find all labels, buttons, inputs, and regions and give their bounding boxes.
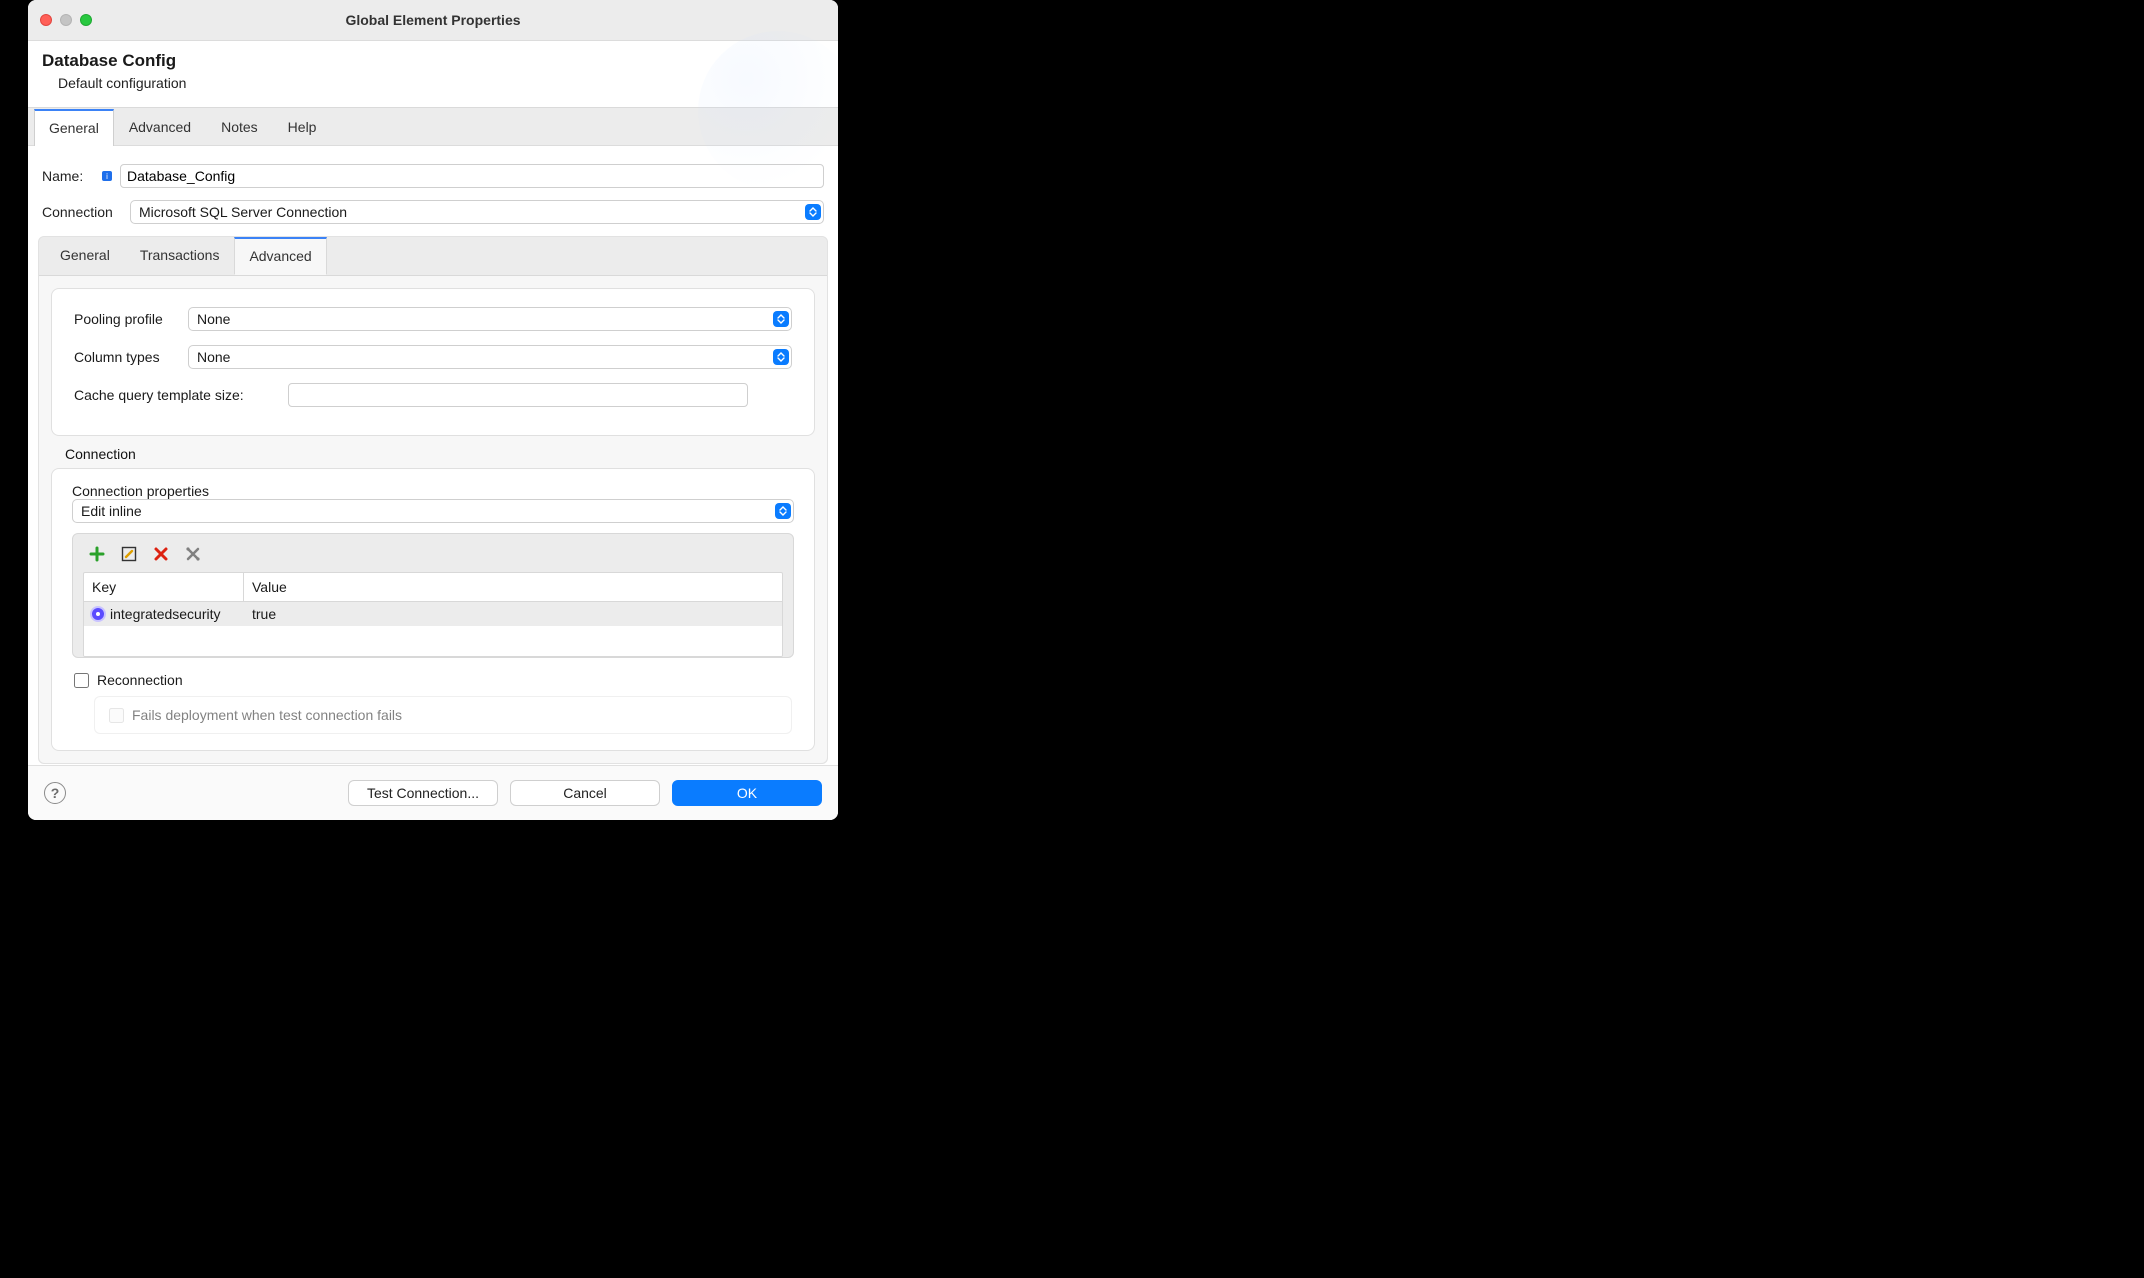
table-row[interactable]: integratedsecurity true bbox=[84, 602, 782, 626]
reconnection-input[interactable] bbox=[74, 673, 89, 688]
connection-panel: General Transactions Advanced Pooling pr… bbox=[38, 236, 828, 764]
page-title: Database Config bbox=[42, 51, 824, 71]
tab-notes[interactable]: Notes bbox=[206, 109, 273, 146]
pooling-label: Pooling profile bbox=[74, 311, 174, 327]
connection-select[interactable]: Microsoft SQL Server Connection bbox=[130, 200, 824, 224]
connection-heading: Connection bbox=[65, 446, 815, 462]
test-connection-button[interactable]: Test Connection... bbox=[348, 780, 498, 806]
column-types-row: Column types None bbox=[74, 345, 792, 369]
pooling-value: None bbox=[197, 311, 230, 327]
fails-checkbox: Fails deployment when test connection fa… bbox=[109, 707, 777, 723]
dialog-footer: ? Test Connection... Cancel OK bbox=[28, 765, 838, 820]
chevron-up-down-icon bbox=[773, 311, 789, 327]
chevron-up-down-icon bbox=[805, 204, 821, 220]
pooling-row: Pooling profile None bbox=[74, 307, 792, 331]
table-blank bbox=[84, 626, 782, 656]
inner-tab-general[interactable]: General bbox=[45, 237, 125, 275]
tab-general[interactable]: General bbox=[34, 109, 114, 146]
connection-row: Connection Microsoft SQL Server Connecti… bbox=[42, 200, 824, 224]
chevron-up-down-icon bbox=[775, 503, 791, 519]
column-types-label: Column types bbox=[74, 349, 174, 365]
dialog-window: Global Element Properties Database Confi… bbox=[28, 0, 838, 820]
chevron-up-down-icon bbox=[773, 349, 789, 365]
tab-help[interactable]: Help bbox=[273, 109, 332, 146]
ok-button[interactable]: OK bbox=[672, 780, 822, 806]
row-key: integratedsecurity bbox=[110, 606, 221, 622]
row-type-icon bbox=[90, 606, 106, 622]
reconnection-label: Reconnection bbox=[97, 672, 183, 688]
props-toolbar bbox=[83, 544, 783, 572]
cache-label: Cache query template size: bbox=[74, 387, 266, 403]
titlebar: Global Element Properties bbox=[28, 0, 838, 41]
help-icon[interactable]: ? bbox=[44, 782, 66, 804]
close-window-button[interactable] bbox=[40, 14, 52, 26]
tools-icon[interactable] bbox=[183, 544, 203, 564]
advanced-card: Pooling profile None Column types N bbox=[51, 288, 815, 436]
name-row: Name: i bbox=[42, 164, 824, 188]
col-key: Key bbox=[84, 573, 244, 601]
props-table-box: Key Value integratedsecurity bbox=[72, 533, 794, 658]
connection-select-value: Microsoft SQL Server Connection bbox=[139, 204, 347, 220]
inner-tabs: General Transactions Advanced bbox=[39, 237, 827, 275]
props-table: Key Value integratedsecurity bbox=[83, 572, 783, 657]
cancel-button[interactable]: Cancel bbox=[510, 780, 660, 806]
maximize-window-button[interactable] bbox=[80, 14, 92, 26]
window-title: Global Element Properties bbox=[28, 12, 838, 28]
row-value: true bbox=[244, 602, 782, 626]
edit-icon[interactable] bbox=[119, 544, 139, 564]
cache-input[interactable] bbox=[288, 383, 748, 407]
minimize-window-button[interactable] bbox=[60, 14, 72, 26]
fails-input bbox=[109, 708, 124, 723]
content-area: Name: i Connection Microsoft SQL Server … bbox=[28, 145, 838, 765]
inner-panel-body: Pooling profile None Column types N bbox=[39, 275, 827, 763]
column-types-value: None bbox=[197, 349, 230, 365]
fails-label: Fails deployment when test connection fa… bbox=[132, 707, 402, 723]
info-icon: i bbox=[102, 171, 112, 181]
add-icon[interactable] bbox=[87, 544, 107, 564]
delete-icon[interactable] bbox=[151, 544, 171, 564]
props-table-head: Key Value bbox=[84, 573, 782, 602]
col-value: Value bbox=[244, 573, 782, 601]
name-label: Name: bbox=[42, 168, 94, 184]
name-input[interactable] bbox=[120, 164, 824, 188]
reconnection-subpanel: Fails deployment when test connection fa… bbox=[94, 696, 792, 734]
cache-row: Cache query template size: bbox=[74, 383, 792, 407]
inner-tab-transactions[interactable]: Transactions bbox=[125, 237, 235, 275]
reconnection-block: Reconnection Fails deployment when test … bbox=[74, 672, 792, 734]
reconnection-checkbox[interactable]: Reconnection bbox=[74, 672, 792, 688]
connection-label: Connection bbox=[42, 204, 122, 220]
tab-advanced[interactable]: Advanced bbox=[114, 109, 206, 146]
dialog-header: Database Config Default configuration bbox=[28, 41, 838, 107]
column-types-select[interactable]: None bbox=[188, 345, 792, 369]
inner-tab-advanced[interactable]: Advanced bbox=[234, 237, 326, 275]
conn-props-row: Connection properties Edit inline bbox=[72, 483, 794, 523]
connection-subcard: Connection properties Edit inline bbox=[51, 468, 815, 751]
conn-props-value: Edit inline bbox=[81, 503, 142, 519]
window-controls bbox=[40, 14, 92, 26]
conn-props-select[interactable]: Edit inline bbox=[72, 499, 794, 523]
pooling-select[interactable]: None bbox=[188, 307, 792, 331]
conn-props-label: Connection properties bbox=[72, 483, 209, 499]
